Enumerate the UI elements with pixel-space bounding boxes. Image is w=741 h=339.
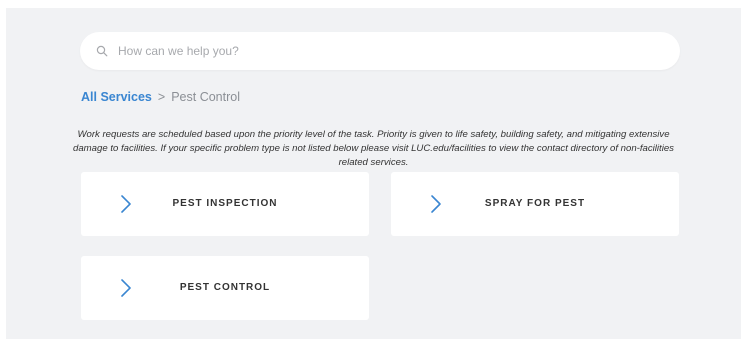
breadcrumb-all-services-link[interactable]: All Services — [81, 90, 152, 104]
page-container: All Services > Pest Control Work requests … — [6, 8, 741, 339]
notice-line-3: related services. — [338, 157, 409, 168]
search-input[interactable] — [116, 43, 660, 59]
priority-notice: Work requests are scheduled based upon t… — [6, 128, 741, 170]
breadcrumb-current: Pest Control — [171, 90, 240, 104]
chevron-right-icon — [119, 278, 133, 298]
service-card-pest-control[interactable]: PEST CONTROL — [81, 256, 369, 320]
chevron-right-icon — [119, 194, 133, 214]
breadcrumb: All Services > Pest Control — [81, 90, 240, 104]
service-card-pest-inspection[interactable]: PEST INSPECTION — [81, 172, 369, 236]
service-card-spray-for-pest[interactable]: SPRAY FOR PEST — [391, 172, 679, 236]
notice-line-2: damage to facilities. If your specific p… — [73, 143, 674, 154]
notice-line-1: Work requests are scheduled based upon t… — [77, 129, 670, 140]
search-icon — [94, 43, 110, 59]
search-bar[interactable] — [80, 32, 680, 70]
breadcrumb-separator: > — [157, 90, 166, 104]
chevron-right-icon — [429, 194, 443, 214]
